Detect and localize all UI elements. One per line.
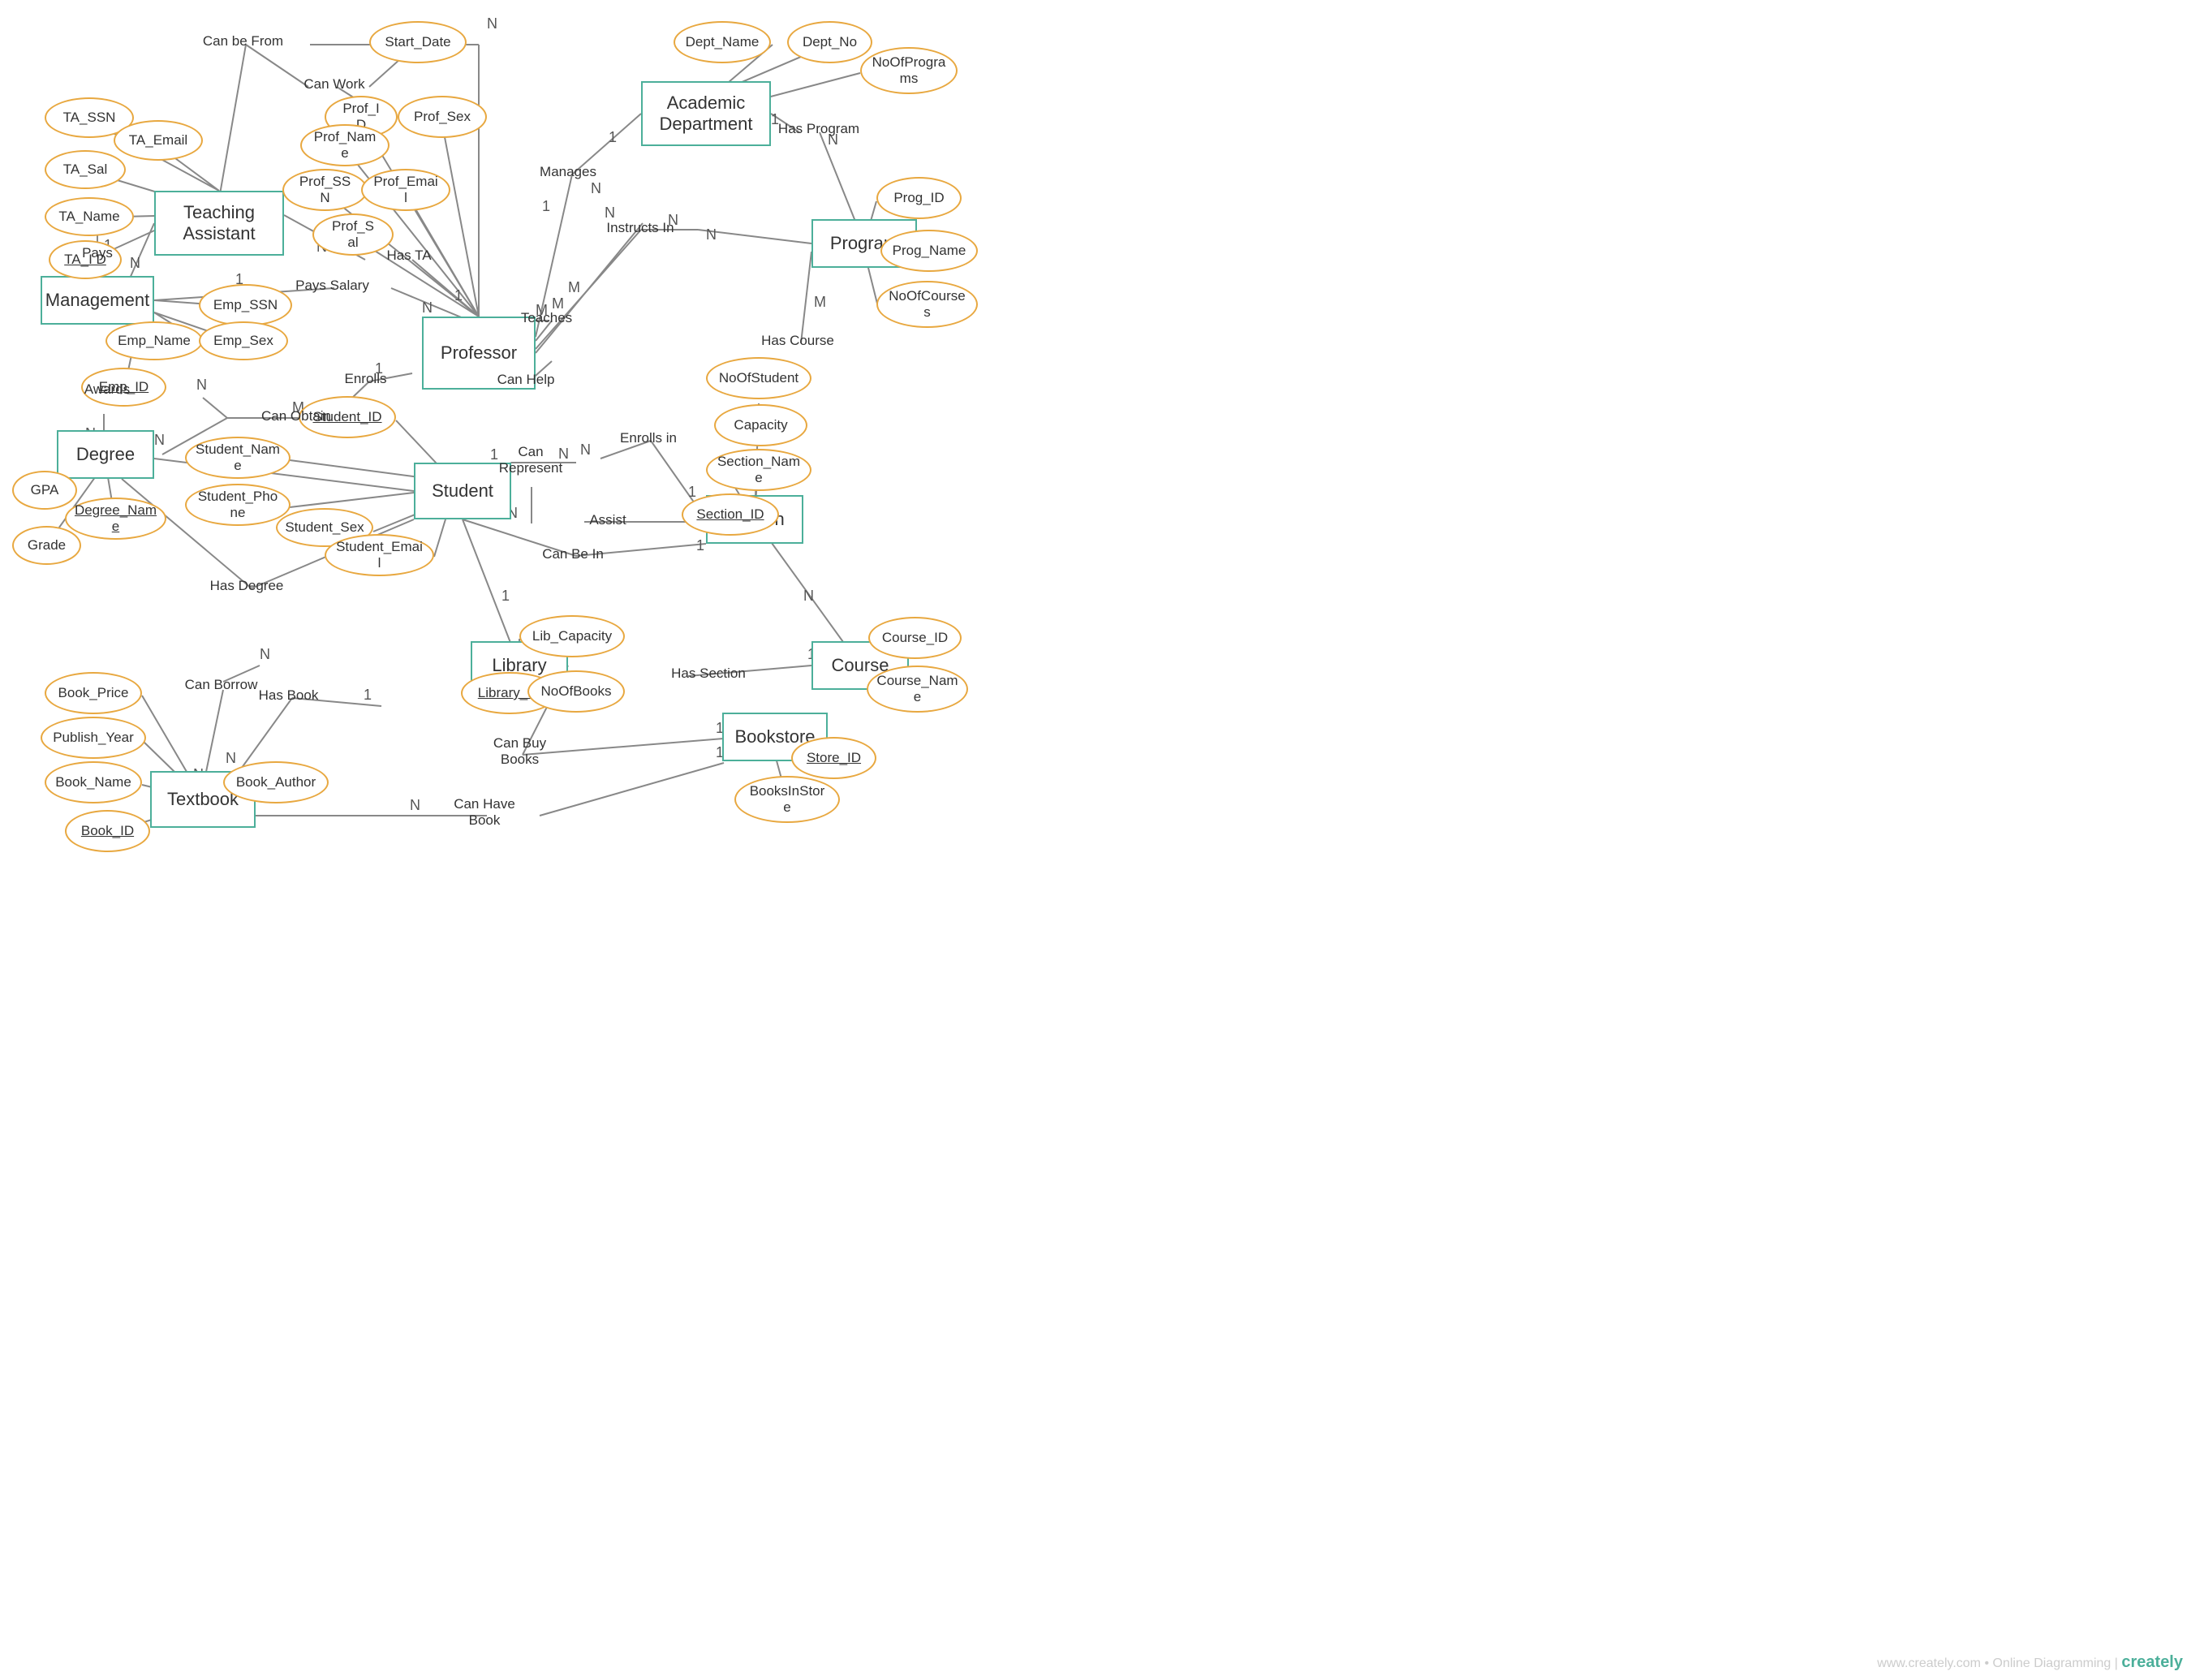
- attr-noofprograms: NoOfPrograms: [860, 47, 958, 94]
- relationship-can-obtain: Can Obtain: [243, 396, 349, 437]
- relationship-manages: Manages: [519, 151, 617, 193]
- svg-text:N: N: [487, 15, 497, 32]
- attr-prof-sex: Prof_Sex: [398, 96, 487, 138]
- attr-book-price: Book_Price: [45, 672, 142, 714]
- attr-ta-name: TA_Name: [45, 197, 134, 236]
- svg-text:N: N: [226, 750, 236, 766]
- svg-text:M: M: [568, 279, 580, 295]
- attr-student-name: Student_Name: [185, 437, 291, 479]
- attr-prof-ssn: Prof_SSN: [282, 169, 368, 211]
- svg-text:N: N: [422, 299, 433, 316]
- svg-text:N: N: [196, 377, 207, 393]
- attr-emp-sex: Emp_Sex: [199, 321, 288, 360]
- relationship-has-degree: Has Degree: [193, 566, 300, 606]
- relationship-pays: Pays: [61, 233, 134, 274]
- attr-emp-name: Emp_Name: [105, 321, 203, 360]
- attr-book-name: Book_Name: [45, 761, 142, 803]
- relationship-teaches: Teaches: [500, 298, 593, 338]
- entity-management: Management: [41, 276, 154, 325]
- svg-text:N: N: [260, 646, 270, 662]
- diagram-lines: N 1 1 N 1 N N 1 1 1 1 M N: [0, 0, 2191, 1680]
- attr-grade: Grade: [12, 526, 81, 565]
- svg-text:N: N: [803, 588, 814, 604]
- er-diagram: N 1 1 N 1 N N 1 1 1 1 M N: [0, 0, 2191, 1680]
- attr-prof-name: Prof_Name: [300, 124, 390, 166]
- attr-publish-year: Publish_Year: [41, 717, 146, 759]
- attr-booksinstore: BooksInStore: [734, 776, 840, 823]
- svg-text:1: 1: [688, 484, 696, 500]
- attr-dept-no: Dept_No: [787, 21, 872, 63]
- relationship-instructs-in: Instructs In: [583, 207, 698, 249]
- svg-text:1: 1: [364, 687, 372, 703]
- attr-prog-id: Prog_ID: [876, 177, 962, 219]
- attr-prof-email: Prof_Email: [361, 169, 450, 211]
- relationship-can-buy-books: Can BuyBooks: [469, 728, 570, 775]
- svg-text:1: 1: [609, 129, 617, 145]
- svg-text:N: N: [580, 442, 591, 458]
- attr-book-id: Book_ID: [65, 810, 150, 852]
- attr-noofstudent: NoOfStudent: [706, 357, 811, 399]
- svg-text:M: M: [814, 294, 826, 310]
- relationship-has-section: Has Section: [656, 653, 761, 694]
- attr-course-name: Course_Name: [867, 666, 968, 713]
- attr-book-author: Book_Author: [223, 761, 329, 803]
- relationship-has-course: Has Course: [745, 321, 850, 361]
- attr-ta-sal: TA_Sal: [45, 150, 126, 189]
- relationship-enrolls: Enrolls: [323, 359, 408, 399]
- attr-student-email: Student_Email: [325, 534, 434, 576]
- attr-gpa: GPA: [12, 471, 77, 510]
- relationship-awards: Awards: [63, 369, 151, 410]
- relationship-can-help: Can Help: [477, 360, 575, 400]
- attr-section-id: Section_ID: [682, 493, 779, 536]
- watermark: www.creately.com • Online Diagramming | …: [1877, 1653, 2183, 1672]
- svg-text:1: 1: [501, 588, 510, 604]
- relationship-pays-salary: Pays Salary: [278, 265, 387, 306]
- relationship-can-work: Can Work: [282, 62, 386, 106]
- attr-noofcourses: NoOfCourses: [876, 281, 978, 328]
- svg-text:N: N: [410, 797, 420, 813]
- attr-section-name: Section_Name: [706, 449, 811, 491]
- svg-text:1: 1: [542, 198, 550, 214]
- attr-degree-name: Degree_Name: [65, 498, 166, 540]
- relationship-can-be-from: Can be From: [180, 18, 306, 65]
- svg-text:1: 1: [696, 537, 704, 554]
- attr-lib-capacity: Lib_Capacity: [519, 615, 625, 657]
- entity-academic-dept: Academic Department: [641, 81, 771, 146]
- relationship-can-have-book: Can HaveBook: [433, 789, 536, 836]
- attr-noofbooks: NoOfBooks: [527, 670, 625, 713]
- attr-store-id: Store_ID: [791, 737, 876, 779]
- attr-prog-name: Prog_Name: [880, 230, 978, 272]
- entity-teaching-assistant: Teaching Assistant: [154, 191, 284, 256]
- attr-course-id: Course_ID: [868, 617, 962, 659]
- attr-capacity: Capacity: [714, 404, 807, 446]
- svg-text:N: N: [154, 432, 165, 448]
- svg-text:N: N: [706, 226, 717, 243]
- entity-degree: Degree: [57, 430, 154, 479]
- relationship-can-be-in: Can Be In: [524, 534, 622, 575]
- relationship-can-represent: CanRepresent: [483, 437, 579, 484]
- attr-ta-email: TA_Email: [114, 120, 203, 161]
- svg-text:1: 1: [454, 287, 463, 304]
- relationship-enrolls-in: Enrolls in: [599, 418, 698, 459]
- relationship-has-program: Has Program: [759, 108, 879, 150]
- attr-start-date: Start_Date: [369, 21, 467, 63]
- attr-student-phone: Student_Phone: [185, 484, 291, 526]
- attr-dept-name: Dept_Name: [674, 21, 771, 63]
